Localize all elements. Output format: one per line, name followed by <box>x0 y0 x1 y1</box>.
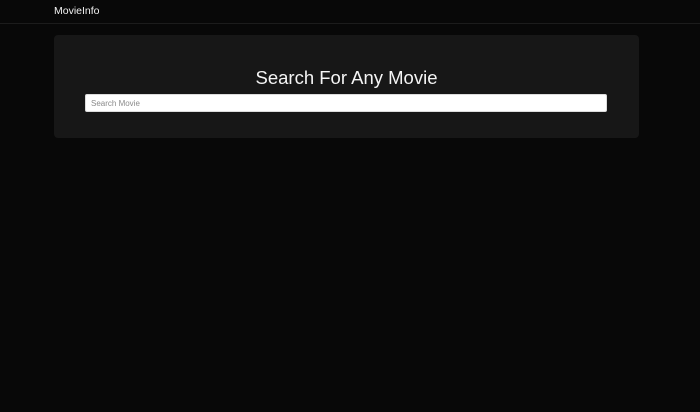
navbar: MovieInfo <box>0 0 700 24</box>
search-input[interactable] <box>85 94 607 112</box>
search-panel: Search For Any Movie <box>54 35 639 138</box>
page-title: Search For Any Movie <box>255 67 438 88</box>
brand-link[interactable]: MovieInfo <box>54 5 100 17</box>
